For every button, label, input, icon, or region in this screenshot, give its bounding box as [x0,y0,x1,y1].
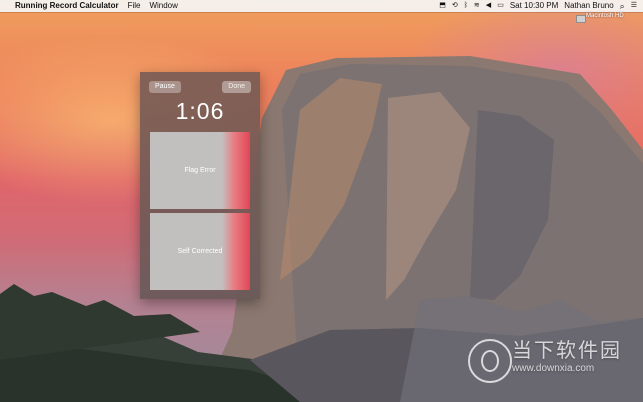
file-menu[interactable]: File [128,0,141,12]
pause-button[interactable]: Pause [149,81,181,93]
volume-icon[interactable]: ◀ [486,0,491,12]
menu-bar-right: ⬒ ⟲ ᛒ ≋ ◀ ▭ Sat 10:30 PM Nathan Bruno ⌕ … [439,0,637,12]
menu-bar: Running Record Calculator File Window ⬒ … [0,0,643,12]
watermark-logo-icon [468,339,512,383]
flag-error-label: Flag Error [184,167,216,174]
watermark-url: www.downxia.com [512,363,595,374]
watermark: 当下软件园 www.downxia.com [468,339,643,383]
watermark-brand: 当下软件园 [512,340,622,362]
notification-center-icon[interactable]: ☰ [631,0,637,12]
self-corrected-button[interactable]: Self Corrected [150,213,250,290]
app-menu[interactable]: Running Record Calculator [15,0,119,12]
search-icon[interactable]: ⌕ [620,0,625,12]
timer-window: Pause Done 1:06 Flag Error Self Correcte… [140,72,260,299]
self-corrected-label: Self Corrected [177,248,223,255]
user-name[interactable]: Nathan Bruno [564,0,613,12]
timer-display: 1:06 [175,98,225,124]
window-menu[interactable]: Window [149,0,177,12]
hard-drive-label[interactable]: Macintosh HD [586,13,624,19]
time-machine-icon[interactable]: ⟲ [452,0,458,12]
menu-bar-left: Running Record Calculator File Window [6,0,178,12]
wifi-icon[interactable]: ≋ [474,0,480,12]
battery-icon[interactable]: ▭ [497,0,504,12]
flag-error-button[interactable]: Flag Error [150,132,250,209]
clock-text[interactable]: Sat 10:30 PM [510,0,558,12]
dropbox-icon[interactable]: ⬒ [439,0,446,12]
hard-drive-icon[interactable] [576,15,586,23]
done-button[interactable]: Done [222,81,251,93]
bluetooth-icon[interactable]: ᛒ [464,0,468,12]
